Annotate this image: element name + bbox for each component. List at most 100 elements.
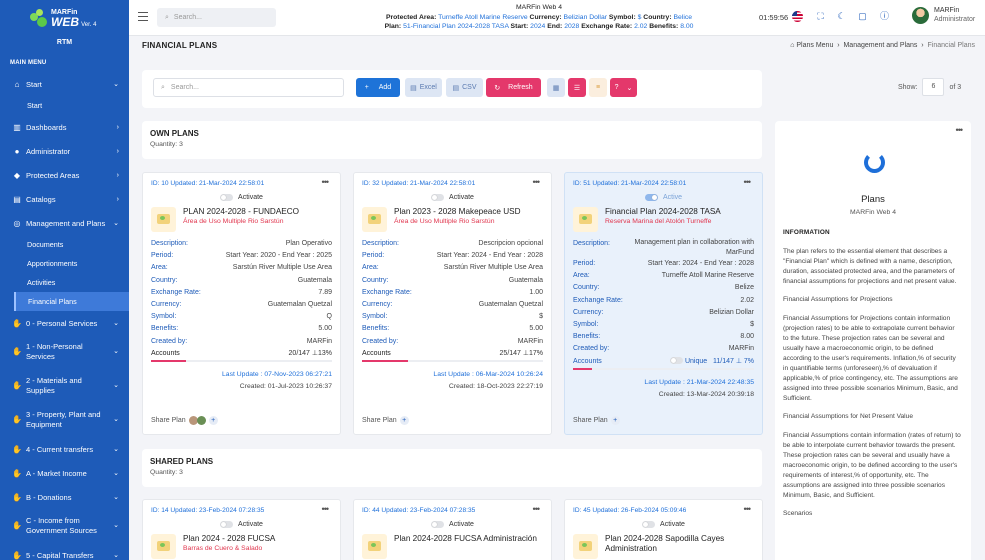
refresh-button[interactable]: ↻ Refresh bbox=[486, 78, 541, 97]
logo-ver: Ver. 4 bbox=[81, 21, 97, 28]
submenu-documents[interactable]: Documents bbox=[0, 235, 129, 254]
own-plans-header: OWN PLANS Quantity: 3 bbox=[142, 121, 762, 159]
active-toggle[interactable] bbox=[644, 194, 658, 201]
menu-item-property-plant[interactable]: ✋ 3 - Property, Plant and Equipment ⌄ bbox=[0, 403, 129, 437]
last-update: Last Update : 21-Mar-2024 22:48:35 bbox=[644, 378, 754, 386]
help-icon[interactable]: ⓘ bbox=[879, 11, 890, 22]
global-search-input[interactable]: ⌕ Search... bbox=[157, 8, 276, 27]
activate-toggle[interactable] bbox=[431, 194, 445, 201]
accounts-count: 25/147 ⊥17% bbox=[499, 349, 543, 357]
shared-plan-card[interactable]: ID: 44 Updated: 23-Feb-2024 07:28:35 •••… bbox=[353, 499, 552, 560]
map-icon bbox=[151, 534, 176, 559]
hand-coins-icon: ✋ bbox=[12, 415, 22, 424]
accounts-count: 20/147 ⊥13% bbox=[288, 349, 332, 357]
add-button[interactable]: + Add bbox=[356, 78, 400, 97]
menu-item-government-income[interactable]: ✋ C - Income from Government Sources ⌄ bbox=[0, 509, 129, 543]
sidebar: MARFin WEB Ver. 4 RTM MAIN MENU ⌂ Start ⌄ … bbox=[0, 0, 129, 560]
more-options-icon[interactable]: ••• bbox=[533, 177, 541, 187]
plans-search-input[interactable]: ⌕ Search... bbox=[153, 78, 344, 97]
fullscreen-icon[interactable]: ⛶ bbox=[815, 11, 826, 22]
unique-toggle[interactable] bbox=[670, 357, 684, 365]
main-menu-heading: MAIN MENU bbox=[10, 60, 47, 66]
menu-item-personal-services[interactable]: ✋ 0 - Personal Services ⌄ bbox=[0, 311, 129, 335]
menu-toggle-icon[interactable] bbox=[138, 12, 148, 21]
add-share-icon[interactable]: + bbox=[208, 416, 218, 425]
more-options-icon[interactable]: ••• bbox=[744, 504, 752, 514]
plan-card-selected[interactable]: ID: 51 Updated: 21-Mar-2024 22:58:01 •••… bbox=[564, 172, 763, 435]
hand-coins-icon: ✋ bbox=[12, 444, 22, 454]
more-options-icon[interactable]: ••• bbox=[322, 177, 330, 187]
document-icon[interactable]: ▢ bbox=[857, 11, 868, 22]
menu-item-catalogs[interactable]: ▤ Catalogs › bbox=[0, 187, 129, 211]
add-share-icon[interactable]: + bbox=[610, 416, 620, 425]
more-options-icon[interactable]: ••• bbox=[322, 504, 330, 514]
shared-plan-card[interactable]: ID: 14 Updated: 23-Feb-2024 07:28:35 •••… bbox=[142, 499, 341, 560]
chevron-down-icon: ⌄ bbox=[113, 446, 119, 453]
menu-item-current-transfers[interactable]: ✋ 4 - Current transfers ⌄ bbox=[0, 437, 129, 461]
more-options-icon[interactable]: ••• bbox=[533, 504, 541, 514]
help-dropdown-button[interactable]: ? ⌄ bbox=[610, 78, 637, 97]
app-logo[interactable]: MARFin WEB Ver. 4 bbox=[0, 0, 129, 36]
menu-item-management-plans[interactable]: ◎ Management and Plans ⌄ bbox=[0, 211, 129, 235]
logo-mark bbox=[30, 9, 48, 27]
submenu-start[interactable]: Start bbox=[0, 96, 129, 115]
menu-item-market-income[interactable]: ✋ A - Market Income ⌄ bbox=[0, 461, 129, 485]
last-update: Last Update : 07-Nov-2023 06:27:21 bbox=[222, 370, 332, 378]
menu-item-capital-transfers[interactable]: ✋ 5 - Capital Transfers ⌄ bbox=[0, 543, 129, 560]
submenu-financial-plans[interactable]: Financial Plans bbox=[14, 292, 129, 311]
chevron-down-icon: ⌄ bbox=[113, 552, 119, 559]
info-title: Plans bbox=[861, 194, 885, 205]
target-icon: ◎ bbox=[13, 218, 21, 228]
menu-item-dashboards[interactable]: ▥ Dashboards › bbox=[0, 115, 129, 139]
breadcrumb-plans-menu[interactable]: Plans Menu bbox=[796, 42, 833, 49]
plan-details: Description: Plan Operativo Period: Start … bbox=[151, 240, 332, 345]
csv-button[interactable]: ▤ CSV bbox=[446, 78, 483, 97]
submenu-apportionments[interactable]: Apportionments bbox=[0, 254, 129, 273]
breadcrumb-management[interactable]: Management and Plans bbox=[843, 42, 917, 49]
menu-item-protected-areas[interactable]: ◆ Protected Areas › bbox=[0, 163, 129, 187]
us-flag-icon[interactable] bbox=[792, 11, 803, 22]
clock: 01:59:56 bbox=[759, 13, 789, 22]
activate-toggle[interactable] bbox=[220, 521, 234, 528]
menu-item-materials-supplies[interactable]: ✋ 2 - Materials and Supplies ⌄ bbox=[0, 369, 129, 403]
chevron-down-icon: ⌄ bbox=[113, 320, 119, 327]
plan-card[interactable]: ID: 10 Updated: 21-Mar-2024 22:58:01 •••… bbox=[142, 172, 341, 435]
moon-icon[interactable]: ☾ bbox=[836, 11, 847, 22]
created-date: Created: 01-Jul-2023 10:26:37 bbox=[239, 382, 332, 390]
excel-button[interactable]: ▤ Excel bbox=[405, 78, 442, 97]
list-view-button[interactable]: ☰ bbox=[568, 78, 586, 97]
more-options-icon[interactable]: ••• bbox=[956, 125, 964, 135]
chevron-down-icon: ⌄ bbox=[113, 348, 119, 355]
submenu-activities[interactable]: Activities bbox=[0, 273, 129, 292]
more-options-icon[interactable]: ••• bbox=[744, 177, 752, 187]
grid-view-button[interactable]: ▦ bbox=[547, 78, 565, 97]
home-icon: ⌂ bbox=[790, 42, 795, 49]
plan-name: Financial Plan 2024-2028 TASA bbox=[605, 207, 721, 216]
toolbar: ⌕ Search... + Add ▤ Excel ▤ CSV ↻ Refresh … bbox=[142, 70, 762, 108]
folder-icon: ▤ bbox=[13, 194, 21, 204]
shared-plan-card[interactable]: ID: 45 Updated: 26-Feb-2024 05:09:46 •••… bbox=[564, 499, 763, 560]
user-menu[interactable]: MARFin Administrator bbox=[912, 6, 975, 24]
plan-name: Plan 2023 - 2028 Makepeace USD bbox=[394, 207, 521, 216]
menu-item-administrator[interactable]: ● Administrator › bbox=[0, 139, 129, 163]
info-text: INFORMATION The plan refers to the essen… bbox=[783, 229, 961, 518]
avatar bbox=[912, 6, 929, 24]
menu-item-non-personal-services[interactable]: ✋ 1 - Non-Personal Services ⌄ bbox=[0, 335, 129, 369]
compact-view-button[interactable]: ≡ bbox=[589, 78, 607, 97]
menu-item-donations[interactable]: ✋ B - Donations ⌄ bbox=[0, 485, 129, 509]
csv-icon: ▤ bbox=[452, 84, 460, 92]
activate-toggle[interactable] bbox=[642, 521, 656, 528]
last-update: Last Update : 06-Mar-2024 10:26:24 bbox=[433, 370, 543, 378]
hand-coins-icon: ✋ bbox=[12, 492, 22, 502]
chevron-down-icon: ⌄ bbox=[113, 81, 119, 88]
created-date: Created: 18-Oct-2023 22:27:19 bbox=[448, 382, 543, 390]
activate-toggle[interactable] bbox=[431, 521, 445, 528]
menu-item-start[interactable]: ⌂ Start ⌄ bbox=[0, 72, 129, 96]
activate-toggle[interactable] bbox=[220, 194, 234, 201]
own-plans-title: OWN PLANS bbox=[150, 129, 199, 138]
info-panel: ••• Plans MARFin Web 4 INFORMATION The p… bbox=[775, 121, 971, 560]
add-share-icon[interactable]: + bbox=[399, 416, 409, 425]
hand-coins-icon: ✋ bbox=[12, 468, 22, 478]
plan-card[interactable]: ID: 32 Updated: 21-Mar-2024 22:58:01 •••… bbox=[353, 172, 552, 435]
page-size-input[interactable]: 6 bbox=[922, 78, 945, 96]
